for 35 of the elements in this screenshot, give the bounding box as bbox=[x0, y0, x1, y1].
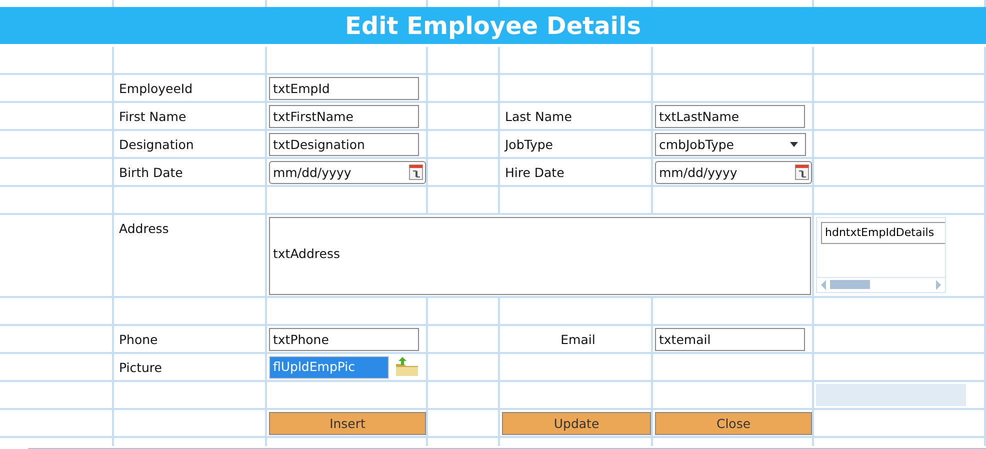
field-label: Birth Date bbox=[118, 164, 183, 180]
field-label: Last Name bbox=[504, 108, 572, 124]
action-button[interactable]: Insert bbox=[269, 412, 426, 434]
action-button[interactable]: Close bbox=[655, 412, 812, 434]
field-label: Picture bbox=[118, 360, 162, 374]
action-button[interactable]: Update bbox=[502, 412, 651, 434]
field-label: First Name bbox=[118, 108, 186, 124]
table-cell bbox=[428, 47, 500, 75]
folder-icon[interactable] bbox=[395, 357, 419, 377]
field-label: Designation bbox=[118, 136, 194, 152]
text-field[interactable]: hdntxtEmpIdDetails bbox=[821, 222, 945, 244]
field-label: Hire Date bbox=[504, 164, 564, 180]
date-field[interactable]: mm/dd/yyyy bbox=[655, 160, 812, 184]
table-cell bbox=[428, 187, 500, 215]
text-field[interactable]: txtDesignation bbox=[269, 132, 419, 156]
field-label: JobType bbox=[503, 136, 553, 152]
table-cell bbox=[428, 382, 500, 410]
text-field[interactable]: txtEmpId bbox=[269, 76, 419, 100]
calendar-icon[interactable] bbox=[409, 164, 423, 180]
caret-icon bbox=[790, 142, 798, 146]
address-field[interactable]: txtAddress bbox=[269, 216, 811, 294]
file-field[interactable]: flUpldEmpPic bbox=[269, 356, 389, 378]
scrollbar[interactable] bbox=[817, 276, 945, 292]
text-field[interactable]: txtFirstName bbox=[269, 104, 419, 128]
field-label: EmployeeId bbox=[118, 80, 193, 96]
text-field[interactable]: txtLastName bbox=[655, 104, 805, 128]
field-label: Address bbox=[118, 221, 169, 236]
field-label: Phone bbox=[118, 332, 158, 346]
text-field[interactable]: txtemail bbox=[655, 328, 805, 350]
calendar-icon[interactable] bbox=[795, 164, 809, 180]
text-field[interactable]: txtPhone bbox=[269, 328, 419, 350]
field-label: Email bbox=[560, 332, 596, 346]
dropdown[interactable]: cmbJobType bbox=[655, 132, 806, 156]
page-title: Edit Employee Details bbox=[344, 12, 642, 40]
date-field[interactable]: mm/dd/yyyy bbox=[269, 160, 426, 184]
